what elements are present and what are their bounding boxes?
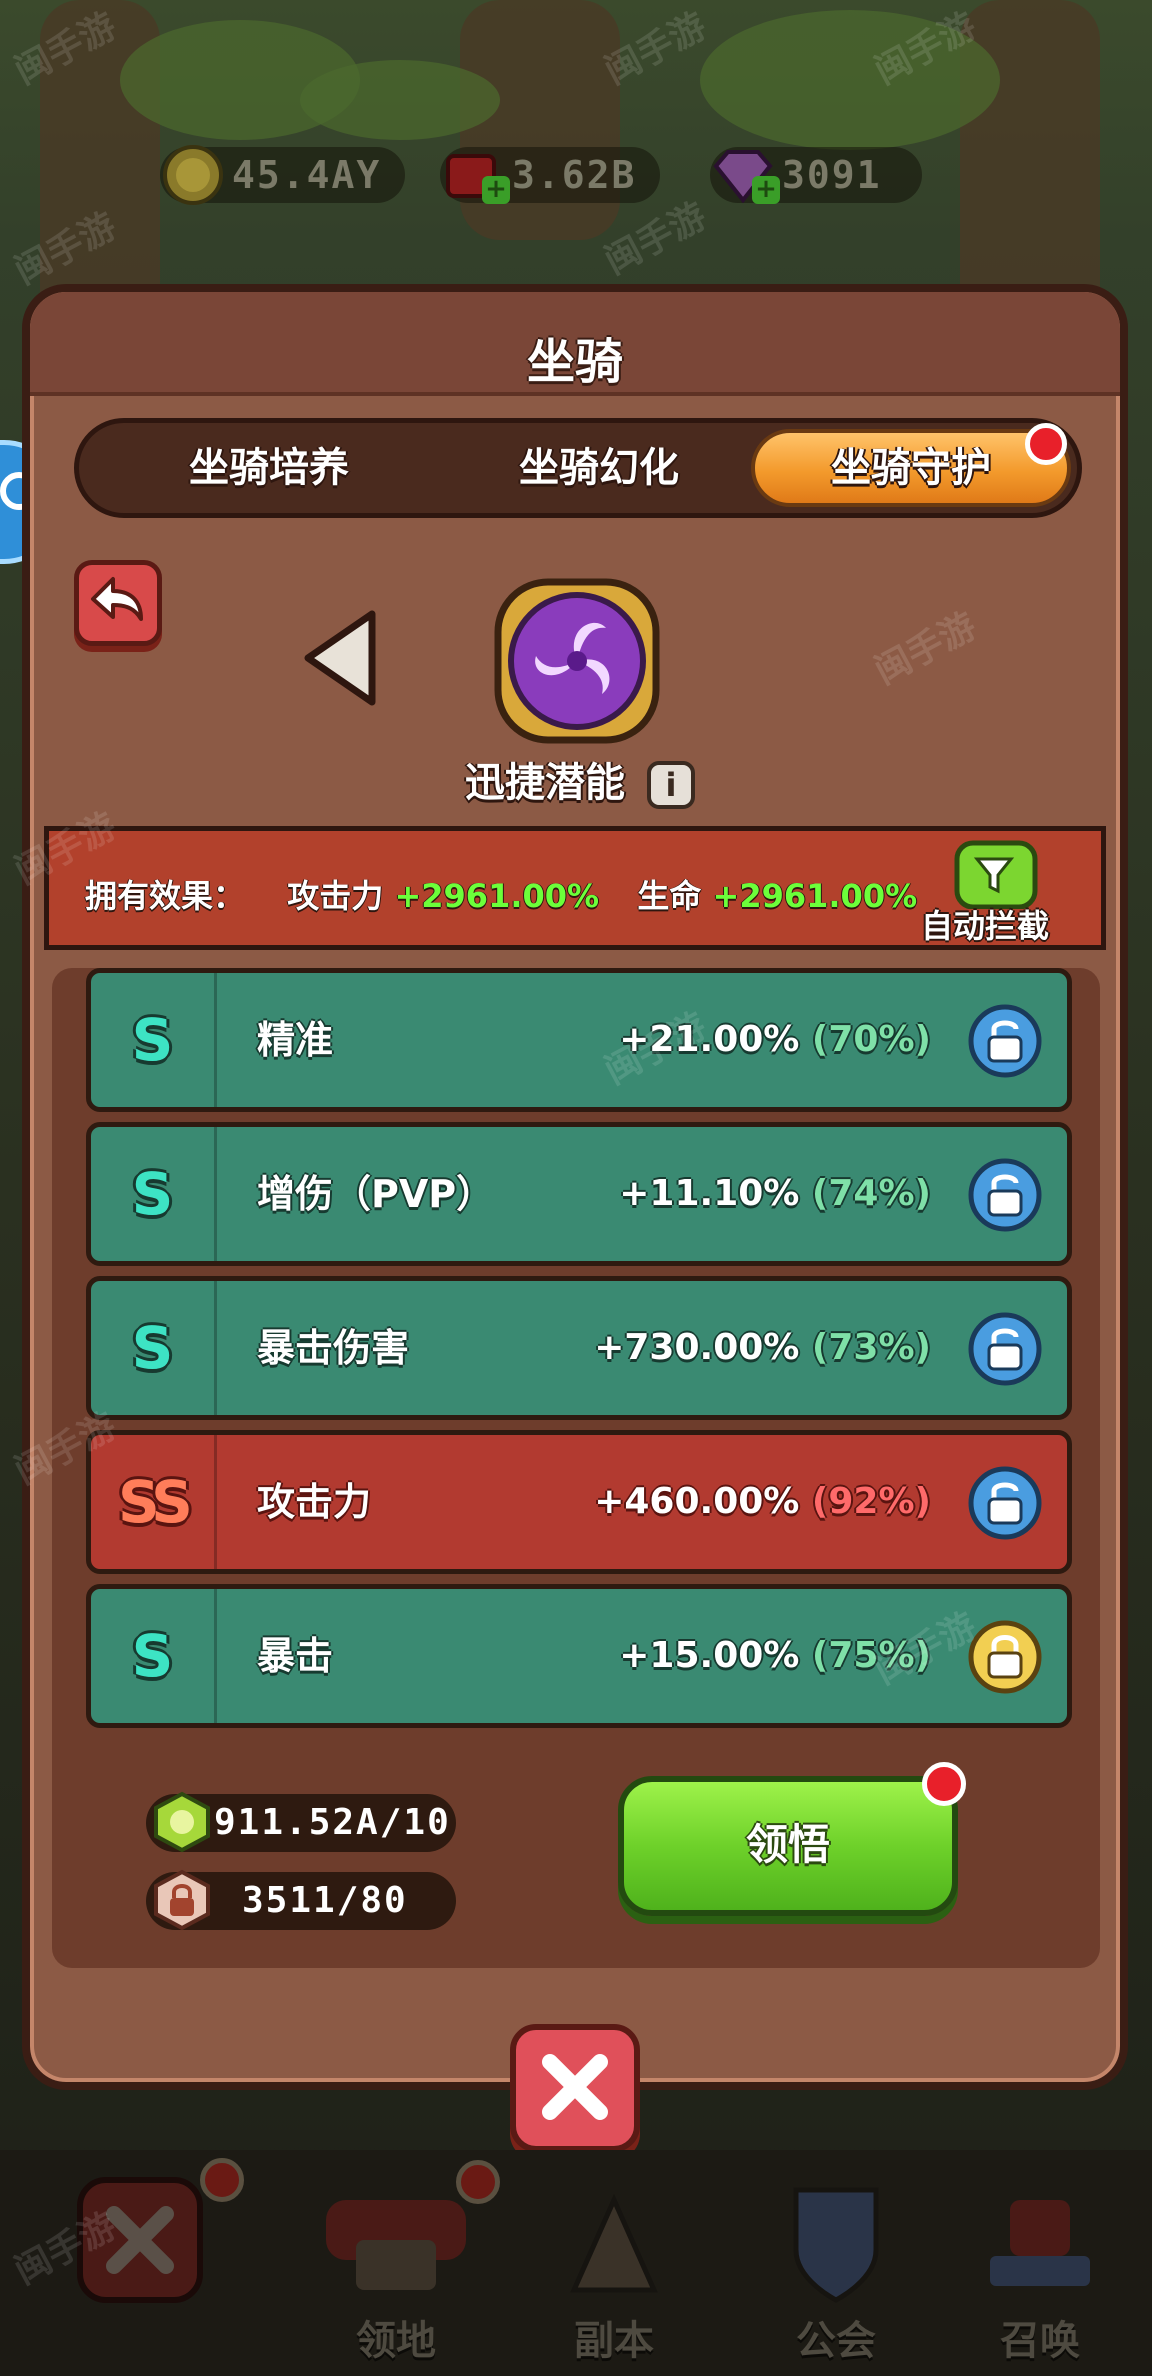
attribute-percent: (75%): [811, 1635, 931, 1676]
previous-arrow-icon[interactable]: [300, 608, 390, 708]
attribute-amount: +21.00%: [619, 1019, 800, 1060]
info-icon[interactable]: i: [646, 761, 695, 809]
bottom-navigation: 领地 副本 公会 召唤: [0, 2150, 1152, 2376]
gold-resource: 45.4AY: [160, 140, 406, 210]
tab-mount-guardian-label: 坐骑守护: [831, 445, 991, 491]
gold-coin-icon: [163, 145, 223, 205]
attribute-name: 暴击: [257, 1634, 334, 1678]
unlocked-padlock-icon[interactable]: [967, 1311, 1043, 1387]
nav-territory-label: 领地: [356, 2318, 436, 2364]
nav-territory[interactable]: 领地: [296, 2160, 500, 2370]
resource-bar: 45.4AY 3.62B + 3091 +: [160, 140, 980, 214]
owned-effects-bar: 拥有效果： 攻击力 +2961.00% 生命 +2961.00% 自动拦截: [44, 826, 1106, 950]
ruby-value: 3.62B: [512, 153, 637, 197]
attribute-name: 精准: [257, 1018, 334, 1062]
locked-padlock-icon[interactable]: [967, 1619, 1043, 1695]
attribute-grade: SS: [91, 1435, 217, 1569]
auto-intercept-label[interactable]: 自动拦截: [905, 901, 1065, 947]
tab-mount-training[interactable]: 坐骑培养: [109, 429, 429, 507]
attribute-row: SS 攻击力 +460.00% (92%): [86, 1430, 1072, 1574]
attribute-row: S 暴击伤害 +730.00% (73%): [86, 1276, 1072, 1420]
dimmed-close-button[interactable]: [70, 2158, 244, 2370]
attribute-amount: +15.00%: [619, 1635, 800, 1676]
attribute-grade: S: [91, 1127, 217, 1261]
guild-shield-icon: [793, 2187, 879, 2303]
close-icon: [77, 2177, 203, 2303]
comprehend-button[interactable]: 领悟: [618, 1762, 966, 1916]
attribute-percent: (70%): [811, 1019, 931, 1060]
close-icon: [542, 2054, 608, 2120]
foliage: [700, 10, 1000, 150]
gold-value: 45.4AY: [232, 153, 382, 197]
nav-dungeon-label: 副本: [574, 2318, 654, 2364]
diamond-value: 3091: [782, 153, 882, 197]
essence-counter: 911.52A/10: [146, 1791, 456, 1853]
guardian-name: 迅捷潜能 i: [30, 750, 1120, 809]
close-button[interactable]: [510, 2024, 640, 2152]
effect-attack-label: 攻击力: [287, 877, 384, 915]
diamond-resource: 3091 +: [710, 140, 922, 210]
summon-icon: [990, 2200, 1090, 2286]
swift-potential-emblem-icon[interactable]: [486, 570, 668, 752]
attribute-percent: (74%): [811, 1173, 931, 1214]
nav-summon-label: 召唤: [1000, 2318, 1080, 2364]
attribute-grade: S: [91, 1589, 217, 1723]
attribute-grade: S: [91, 973, 217, 1107]
attribute-percent: (92%): [811, 1481, 931, 1522]
modal-title: 坐骑: [526, 334, 623, 390]
attribute-value: +11.10% (74%): [619, 1127, 931, 1261]
ruby-resource: 3.62B +: [440, 140, 661, 210]
attribute-value: +730.00% (73%): [594, 1281, 931, 1415]
attribute-row: S 暴击 +15.00% (75%): [86, 1584, 1072, 1728]
attribute-amount: +730.00%: [594, 1327, 800, 1368]
mount-modal: 坐骑 坐骑培养 坐骑幻化 坐骑守护 迅捷潜能 i 拥有效果： 攻击力 +2961…: [22, 284, 1128, 2090]
attribute-name: 暴击伤害: [257, 1326, 410, 1370]
lock-token-icon: [154, 1869, 210, 1931]
attribute-row: S 精准 +21.00% (70%): [86, 968, 1072, 1112]
attribute-value: +460.00% (92%): [594, 1435, 931, 1569]
tab-mount-guardian[interactable]: 坐骑守护: [751, 423, 1071, 507]
attribute-value: +15.00% (75%): [619, 1589, 931, 1723]
nav-guild[interactable]: 公会: [736, 2170, 936, 2370]
modal-header: 坐骑: [30, 292, 1120, 396]
return-arrow-icon: [91, 577, 143, 621]
unlocked-padlock-icon[interactable]: [967, 1003, 1043, 1079]
attribute-percent: (73%): [811, 1327, 931, 1368]
attribute-row: S 增伤（PVP） +11.10% (74%): [86, 1122, 1072, 1266]
notification-dot: [1025, 423, 1067, 465]
unlocked-padlock-icon[interactable]: [967, 1157, 1043, 1233]
tab-mount-transform[interactable]: 坐骑幻化: [439, 429, 759, 507]
essence-stone-icon: [154, 1791, 210, 1853]
nav-summon[interactable]: 召唤: [940, 2170, 1140, 2370]
add-diamond-icon[interactable]: +: [752, 176, 780, 204]
notification-dot: [922, 1762, 966, 1806]
attribute-grade: S: [91, 1281, 217, 1415]
attribute-amount: +460.00%: [594, 1481, 800, 1522]
attribute-name: 增伤（PVP）: [257, 1172, 495, 1216]
foliage: [300, 60, 500, 140]
attribute-name: 攻击力: [257, 1480, 372, 1524]
funnel-filter-icon[interactable]: [951, 839, 1041, 909]
dungeon-icon: [570, 2193, 658, 2293]
guardian-name-text: 迅捷潜能: [465, 760, 626, 806]
effects-label: 拥有效果：: [85, 877, 246, 915]
lock-token-value: 3511/80: [242, 1880, 408, 1921]
owned-effects-text: 拥有效果： 攻击力 +2961.00% 生命 +2961.00%: [85, 871, 917, 917]
nav-dungeon[interactable]: 副本: [514, 2170, 714, 2370]
notification-dot: [200, 2158, 244, 2202]
lock-token-counter: 3511/80: [146, 1869, 456, 1931]
add-ruby-icon[interactable]: +: [482, 176, 510, 204]
effect-life-value: +2961.00%: [712, 877, 918, 915]
nav-guild-label: 公会: [796, 2318, 876, 2364]
notification-dot: [456, 2160, 500, 2204]
attribute-amount: +11.10%: [619, 1173, 800, 1214]
effect-attack-value: +2961.00%: [394, 877, 600, 915]
tab-bar: 坐骑培养 坐骑幻化 坐骑守护: [74, 418, 1082, 518]
effect-life-label: 生命: [637, 877, 702, 915]
back-button[interactable]: [74, 560, 162, 646]
unlocked-padlock-icon[interactable]: [967, 1465, 1043, 1541]
comprehend-button-label: 领悟: [745, 1820, 830, 1869]
essence-value: 911.52A/10: [214, 1802, 451, 1843]
attribute-value: +21.00% (70%): [619, 973, 931, 1107]
